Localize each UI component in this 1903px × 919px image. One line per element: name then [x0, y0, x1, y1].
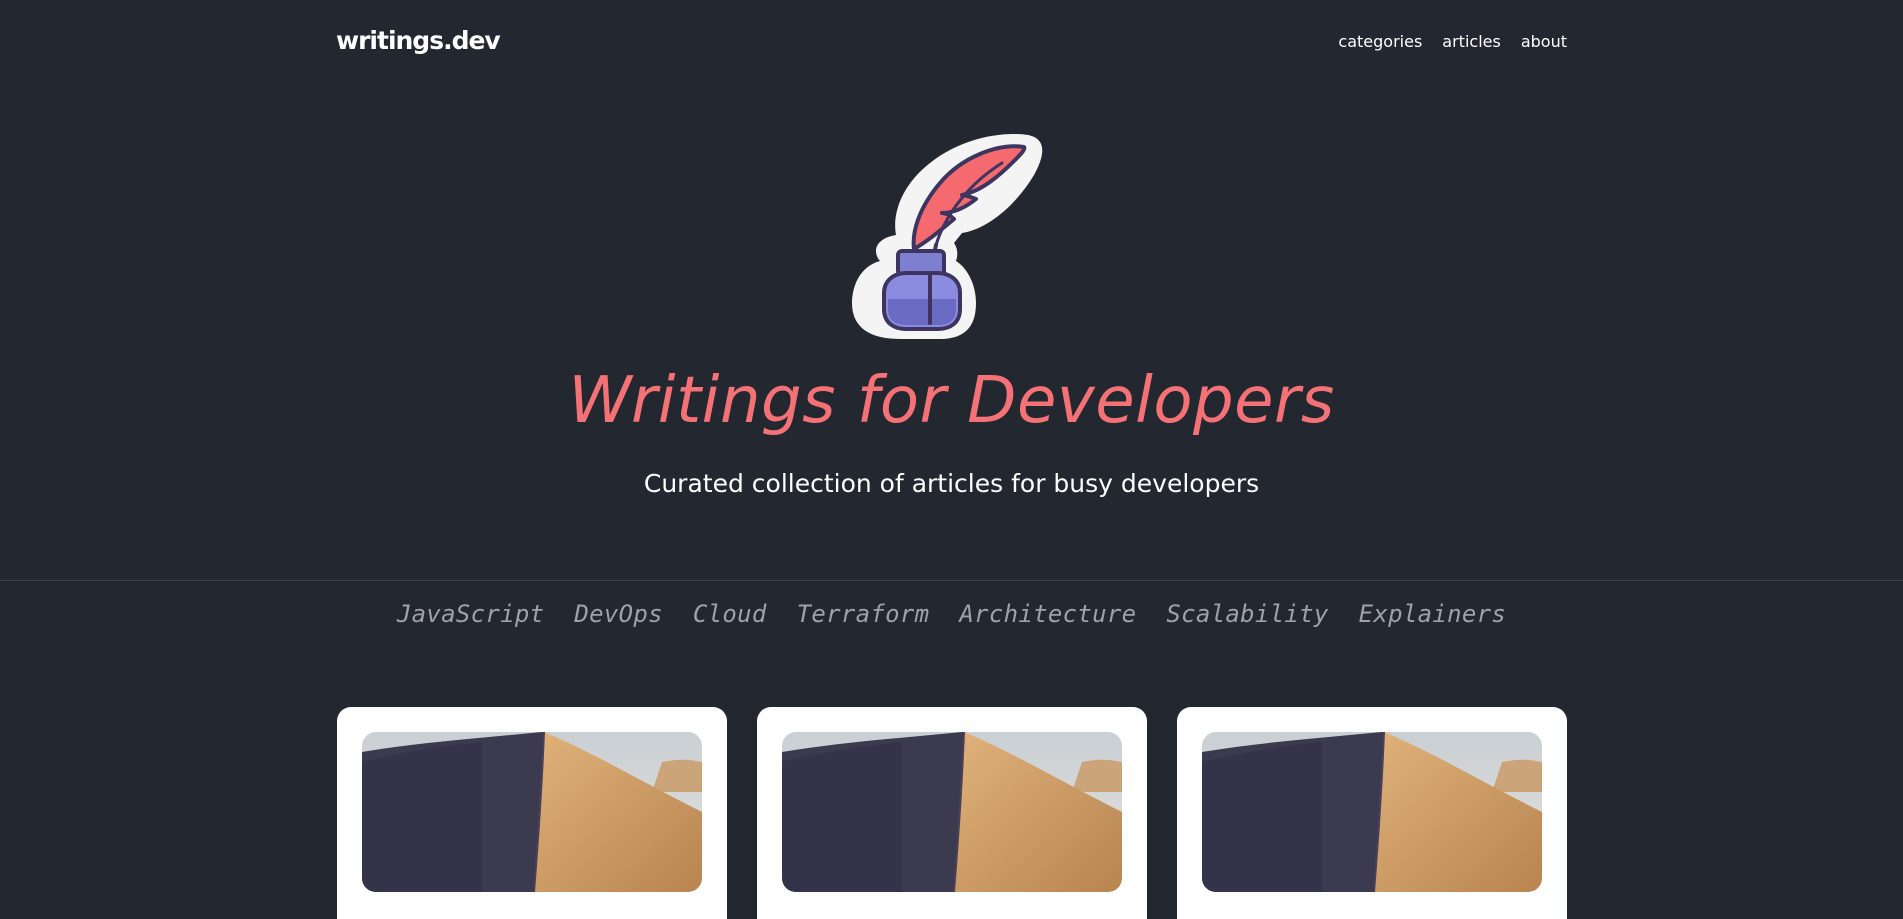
nav-link-categories[interactable]: categories [1338, 32, 1422, 51]
hero-title: Writings for Developers [568, 364, 1335, 438]
article-card[interactable] [337, 707, 727, 919]
site-header: writings.dev categories articles about [0, 0, 1903, 86]
quill-inkpot-icon [852, 134, 1043, 339]
category-link-architecture[interactable]: Architecture [959, 600, 1136, 628]
sand-dune-image[interactable] [782, 732, 1122, 892]
category-link-terraform[interactable]: Terraform [797, 600, 930, 628]
sand-dune-image[interactable] [362, 732, 702, 892]
section-divider [0, 580, 1903, 581]
article-card[interactable] [757, 707, 1147, 919]
article-card[interactable] [1177, 707, 1567, 919]
category-link-javascript[interactable]: JavaScript [397, 600, 545, 628]
page: writings.dev categories articles about W… [0, 0, 1903, 919]
category-link-cloud[interactable]: Cloud [693, 600, 767, 628]
category-link-devops[interactable]: DevOps [574, 600, 663, 628]
category-list: JavaScript DevOps Cloud Terraform Archit… [0, 600, 1903, 628]
sand-dune-image[interactable] [1202, 732, 1542, 892]
nav-link-about[interactable]: about [1521, 32, 1567, 51]
hero-subtitle: Curated collection of articles for busy … [643, 469, 1260, 498]
category-link-scalability[interactable]: Scalability [1166, 600, 1328, 628]
category-link-explainers[interactable]: Explainers [1359, 600, 1507, 628]
site-logo[interactable]: writings.dev [336, 26, 501, 55]
main-nav: categories articles about [1338, 32, 1567, 51]
nav-link-articles[interactable]: articles [1442, 32, 1501, 51]
